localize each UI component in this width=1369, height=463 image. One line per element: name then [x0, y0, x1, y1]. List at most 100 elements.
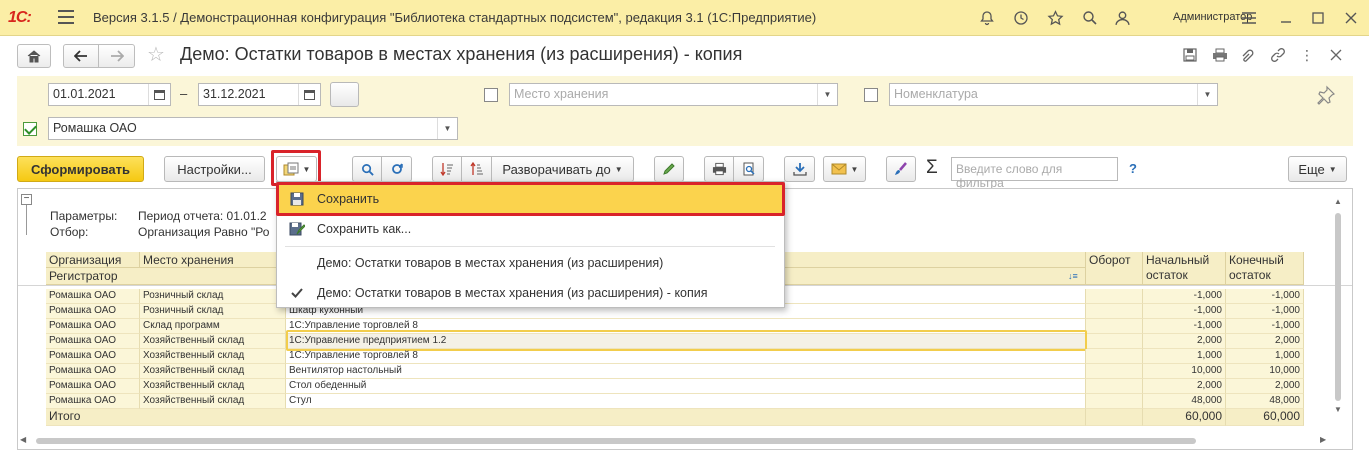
appearance-button[interactable] — [886, 156, 916, 182]
minimize-icon[interactable] — [1275, 7, 1297, 29]
add-favorite-star-icon[interactable]: ☆ — [147, 42, 165, 67]
notifications-bell-icon[interactable] — [976, 7, 998, 29]
organization-checkbox[interactable] — [23, 122, 37, 136]
search-filter-input[interactable]: Введите слово для фильтра — [951, 157, 1118, 190]
params-value: Период отчета: 01.01.2 — [138, 209, 267, 223]
back-button[interactable] — [63, 44, 99, 68]
more-label: Еще — [1298, 161, 1325, 177]
expand-groups-button[interactable] — [461, 156, 492, 182]
chevron-down-icon[interactable]: ▼ — [817, 84, 837, 105]
home-icon — [27, 50, 41, 63]
menu-item-variant-original[interactable]: Демо: Остатки товаров в местах хранения … — [277, 249, 784, 277]
edit-button[interactable] — [654, 156, 684, 182]
total-row[interactable]: Итого 60,000 60,000 — [46, 409, 1304, 426]
find-icon — [361, 163, 374, 176]
home-button[interactable] — [17, 44, 51, 68]
user-icon[interactable] — [1111, 7, 1133, 29]
help-button[interactable]: ? — [1129, 161, 1137, 176]
find-next-button[interactable] — [381, 156, 412, 182]
print-button[interactable] — [704, 156, 734, 182]
expand-to-label: Разворачивать до — [502, 161, 611, 177]
filter-value: Организация Равно "Ро — [138, 225, 270, 239]
save-as-icon — [277, 222, 317, 236]
menu-item-label: Демо: Остатки товаров в местах хранения … — [317, 286, 708, 300]
menu-item-label: Сохранить как... — [317, 222, 412, 236]
pin-icon[interactable] — [1316, 85, 1336, 108]
attachment-icon[interactable] — [1238, 45, 1258, 65]
envelope-icon — [831, 163, 847, 175]
sort-down-icon — [440, 163, 453, 176]
link-icon[interactable] — [1268, 45, 1288, 65]
storage-place-field[interactable]: Место хранения ▼ — [509, 83, 838, 106]
table-row[interactable]: Ромашка ОАО Хозяйственный склад Вентилятор… — [46, 364, 1304, 379]
save-to-file-button[interactable] — [784, 156, 815, 182]
more-button[interactable]: Еще ▼ — [1288, 156, 1347, 182]
find-button[interactable] — [352, 156, 382, 182]
menu-item-label: Демо: Остатки товаров в местах хранения … — [317, 256, 664, 270]
sort-indicator-icon[interactable]: ↓≡ — [1068, 271, 1078, 281]
column-header-organization[interactable]: Организация — [46, 252, 140, 268]
expand-to-dropdown[interactable]: Разворачивать до ▼ — [491, 156, 634, 182]
save-disk-icon[interactable] — [1180, 45, 1200, 65]
table-row[interactable]: Ромашка ОАО Хозяйственный склад Стол обеде… — [46, 379, 1304, 394]
find-next-icon — [391, 163, 403, 174]
arrow-right-icon — [110, 50, 124, 62]
app-titlebar: 1С: Версия 3.1.5 / Демонстрационная конф… — [0, 0, 1369, 36]
close-form-icon[interactable] — [1326, 45, 1346, 65]
nomenclature-field[interactable]: Номенклатура ▼ — [889, 83, 1218, 106]
chevron-down-icon[interactable]: ▼ — [437, 118, 457, 139]
menu-separator — [285, 246, 775, 247]
brush-icon — [895, 162, 907, 175]
print-icon[interactable] — [1210, 45, 1230, 65]
print-preview-button[interactable] — [733, 156, 764, 182]
download-icon — [792, 163, 807, 176]
forward-button[interactable] — [98, 44, 135, 68]
search-icon[interactable] — [1079, 7, 1101, 29]
close-icon[interactable] — [1340, 7, 1362, 29]
collapse-group-icon[interactable]: − — [21, 194, 32, 205]
send-email-button[interactable]: ▼ — [823, 156, 866, 182]
params-label: Параметры: — [50, 209, 118, 223]
more-vertical-icon[interactable]: ⋮ — [1297, 45, 1317, 65]
date-range-dash: – — [180, 86, 188, 101]
menu-item-variant-copy[interactable]: Демо: Остатки товаров в местах хранения … — [277, 279, 784, 307]
history-icon[interactable] — [1010, 7, 1032, 29]
print-preview-icon — [743, 162, 755, 176]
pencil-icon — [663, 163, 675, 175]
date-from-field[interactable]: 01.01.2021 — [48, 83, 171, 106]
column-header-end-balance[interactable]: Конечный остаток — [1226, 252, 1304, 285]
date-to-field[interactable]: 31.12.2021 — [198, 83, 321, 106]
vertical-scrollbar[interactable]: ▲ ▼ — [1334, 197, 1342, 415]
calendar-icon[interactable] — [148, 84, 170, 105]
favorites-star-icon[interactable] — [1044, 7, 1066, 29]
app-logo: 1С: — [8, 9, 32, 26]
calendar-icon[interactable] — [298, 84, 320, 105]
period-select-button[interactable] — [330, 82, 359, 107]
menu-item-save-as[interactable]: Сохранить как... — [277, 215, 784, 243]
filter-label: Отбор: — [50, 225, 89, 239]
page-title: Демо: Остатки товаров в местах хранения … — [180, 44, 743, 64]
arrow-left-icon — [74, 50, 87, 62]
horizontal-scrollbar[interactable]: ◀ ▶ — [20, 435, 1326, 445]
table-row[interactable]: Ромашка ОАО Хозяйственный склад Стул 48,000… — [46, 394, 1304, 409]
nomenclature-checkbox[interactable] — [864, 88, 878, 102]
print-icon — [712, 162, 726, 176]
main-menu-icon[interactable] — [58, 10, 74, 24]
organization-field[interactable]: Ромашка ОАО ▼ — [48, 117, 458, 140]
settings-menu-icon[interactable] — [1238, 7, 1260, 29]
settings-button[interactable]: Настройки... — [164, 156, 265, 182]
column-header-turnover[interactable]: Оборот — [1086, 252, 1143, 285]
collapse-groups-button[interactable] — [432, 156, 462, 182]
storage-place-checkbox[interactable] — [484, 88, 498, 102]
column-header-start-balance[interactable]: Начальный остаток — [1143, 252, 1226, 285]
checkmark-icon — [277, 288, 317, 298]
generate-report-button[interactable]: Сформировать — [17, 156, 144, 182]
sort-up-icon — [469, 162, 483, 175]
selected-cell-frame — [286, 330, 1087, 351]
chevron-down-icon[interactable]: ▼ — [1197, 84, 1217, 105]
maximize-icon[interactable] — [1307, 7, 1329, 29]
app-title: Версия 3.1.5 / Демонстрационная конфигур… — [93, 10, 817, 25]
sum-icon[interactable]: Σ — [926, 157, 938, 179]
table-row[interactable]: Ромашка ОАО Хозяйственный склад 1С:Управле… — [46, 349, 1304, 364]
column-header-storage-place[interactable]: Место хранения — [140, 252, 286, 268]
